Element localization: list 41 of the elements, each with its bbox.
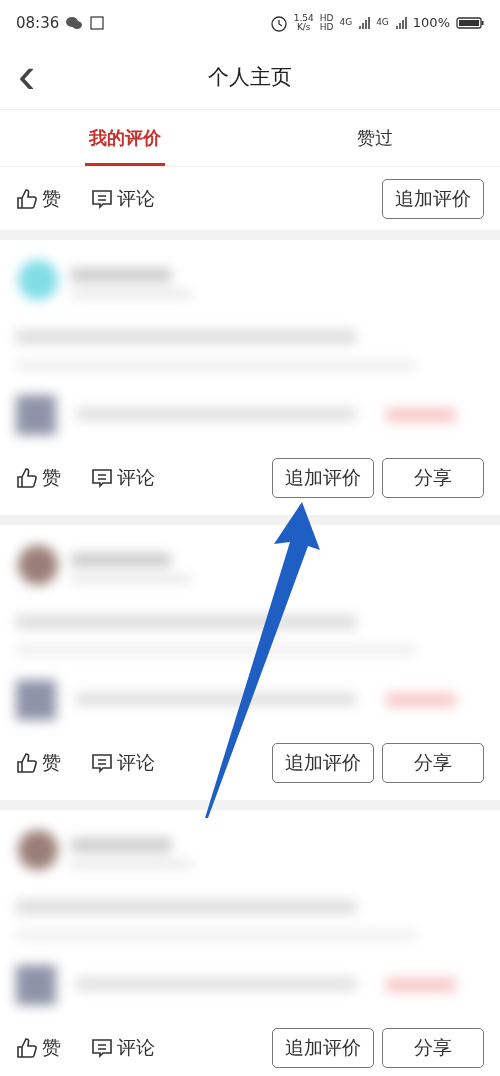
hd-label: HD — [319, 13, 334, 23]
page-title: 个人主页 — [208, 64, 292, 91]
like-button[interactable]: 赞 — [16, 1034, 61, 1061]
tab[interactable]: 赞过 — [250, 110, 500, 166]
add-review-button[interactable]: 追加评价 — [272, 742, 374, 783]
hd-label: HD — [319, 22, 334, 32]
share-button[interactable]: 分享 — [382, 1027, 484, 1068]
comment-icon — [91, 751, 113, 774]
tab[interactable]: 我的评价 — [0, 110, 250, 166]
add-review-button[interactable]: 追加评价 — [382, 178, 484, 219]
comment-button[interactable]: 评论 — [91, 185, 155, 212]
clock-time: 08:36 — [16, 13, 60, 32]
like-button[interactable]: 赞 — [16, 749, 61, 776]
like-button[interactable]: 赞 — [16, 185, 61, 212]
comment-button[interactable]: 评论 — [91, 749, 155, 776]
thumbs-up-icon — [16, 187, 38, 210]
comment-button[interactable]: 评论 — [91, 464, 155, 491]
share-button[interactable]: 分享 — [382, 457, 484, 498]
add-review-button[interactable]: 追加评价 — [272, 457, 374, 498]
comment-icon — [91, 466, 113, 489]
add-review-button[interactable]: 追加评价 — [272, 1027, 374, 1068]
signal-icon — [358, 15, 371, 30]
image-icon — [89, 14, 106, 31]
battery-percent: 100% — [412, 15, 450, 30]
like-button[interactable]: 赞 — [16, 464, 61, 491]
thumbs-up-icon — [16, 1036, 38, 1059]
network-label: 4G — [376, 18, 389, 27]
network-speed: 1.54 — [293, 13, 314, 23]
comment-icon — [91, 187, 113, 210]
chat-icon — [65, 14, 84, 31]
comment-button[interactable]: 评论 — [91, 1034, 155, 1061]
thumbs-up-icon — [16, 466, 38, 489]
comment-icon — [91, 1036, 113, 1059]
share-button[interactable]: 分享 — [382, 742, 484, 783]
thumbs-up-icon — [16, 751, 38, 774]
battery-icon — [456, 15, 484, 30]
alarm-icon — [269, 13, 288, 32]
back-button[interactable]: ‹ — [12, 51, 42, 99]
signal-icon — [394, 15, 407, 30]
speed-unit: K/s — [296, 22, 311, 32]
network-label: 4G — [339, 18, 353, 27]
